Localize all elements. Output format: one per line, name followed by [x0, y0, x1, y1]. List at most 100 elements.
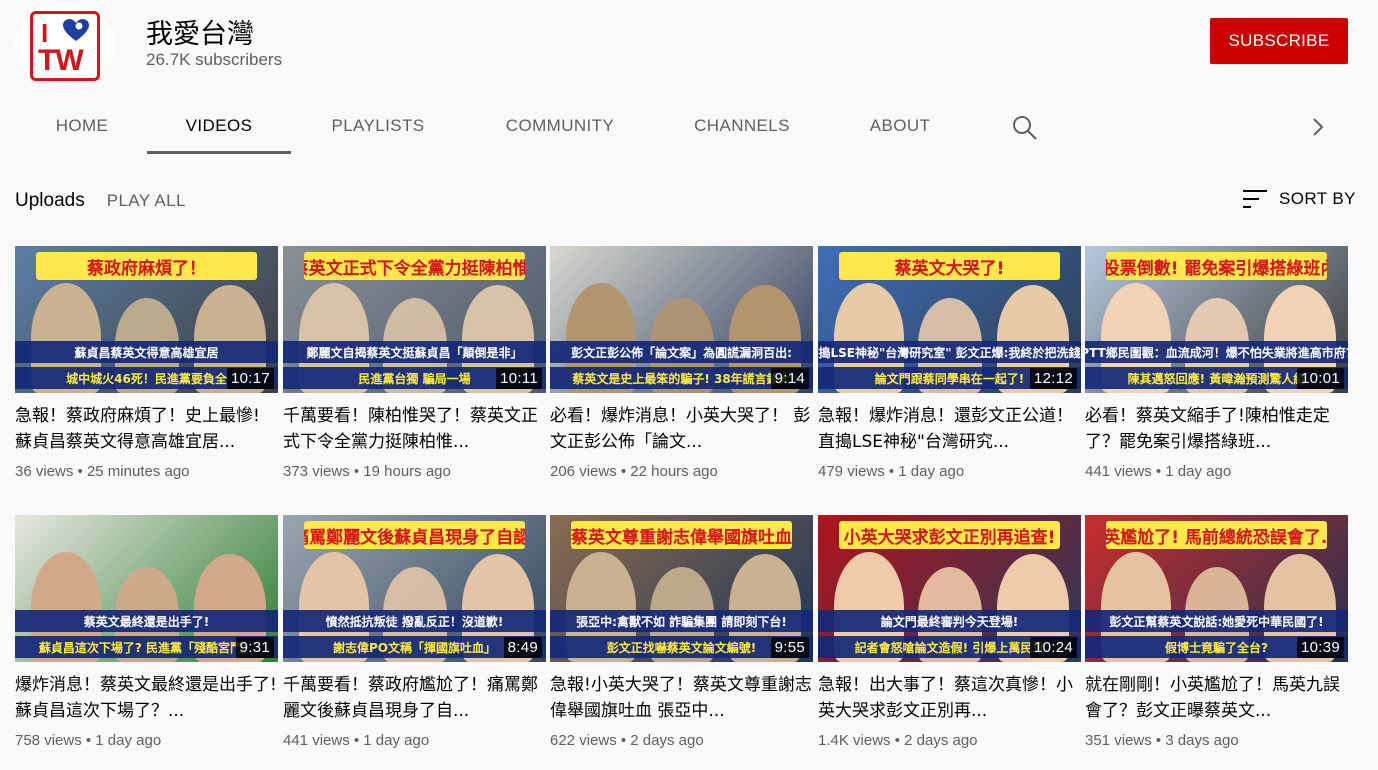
- channel-name: 我愛台灣: [146, 19, 254, 50]
- video-meta: 622 views • 2 days ago: [550, 732, 813, 749]
- video-title[interactable]: 急報！出大事了！蔡這次真慘！小英大哭求彭文正別再...: [818, 672, 1081, 724]
- meta-separator: •: [1151, 732, 1166, 749]
- video-duration: 10:11: [496, 368, 542, 389]
- thumbnail-caption: 鄭麗文自揭蔡英文挺蘇貞昌「顛倒是非」: [283, 341, 546, 363]
- video-card[interactable]: 彭文正彭公佈「論文案」為圓謊漏洞百出: 蔡英文是史上最笨的騙子! 38年謊言錄大 9…: [550, 246, 813, 480]
- video-card[interactable]: 蔡英文大哭了! 直搗LSE神秘"台灣研究室" 彭文正爆:我終於把洗錢案 論文門跟蔡同…: [818, 246, 1081, 480]
- video-thumbnail[interactable]: 蔡英文大哭了! 直搗LSE神秘"台灣研究室" 彭文正爆:我終於把洗錢案 論文門跟蔡同…: [818, 246, 1081, 393]
- video-thumbnail[interactable]: 痛罵鄭麗文後蘇貞昌現身了自認: 憤然抵抗叛徒 撥亂反正！沒道歉! 謝志偉PO文稱「揮…: [283, 515, 546, 662]
- video-title[interactable]: 必看！蔡英文縮手了!陳柏惟走定了？罷免案引爆搭綠班...: [1085, 403, 1348, 455]
- video-meta: 1.4K views • 2 days ago: [818, 732, 1081, 749]
- video-thumbnail[interactable]: 小英大哭求彭文正別再追查! 論文門最終審判今天登場! 記者會怒嗆論文造假! 引爆上萬…: [818, 515, 1081, 662]
- subscriber-count: 26.7K subscribers: [146, 50, 283, 69]
- video-duration: 12:12: [1029, 368, 1077, 389]
- video-card[interactable]: 蔡英文正式下令全黨力挺陳柏惟!鄭麗文自揭蔡英文挺蘇貞昌「顛倒是非」民進黨台獨 騙…: [283, 246, 546, 480]
- tab-community[interactable]: COMMUNITY: [490, 96, 630, 156]
- video-title[interactable]: 千萬要看！陳柏惟哭了！蔡英文正式下令全黨力挺陳柏惟...: [283, 403, 546, 455]
- video-meta: 441 views • 1 day ago: [1085, 463, 1348, 480]
- video-duration: 8:49: [503, 637, 542, 658]
- subscribe-button[interactable]: SUBSCRIBE: [1210, 18, 1348, 64]
- video-duration: 10:24: [1029, 637, 1077, 658]
- video-card[interactable]: 蔡政府麻煩了！ 蘇貞昌蔡英文得意高雄宜居 城中城火46死！民進黨要負全 10:17 急報…: [15, 246, 278, 480]
- video-meta: 206 views • 22 hours ago: [550, 463, 813, 480]
- thumbnail-banner: 小英尷尬了! 馬前總統恐誤會了....: [1106, 521, 1327, 549]
- video-thumbnail[interactable]: 蔡政府麻煩了！ 蘇貞昌蔡英文得意高雄宜居 城中城火46死！民進黨要負全 10:17: [15, 246, 278, 393]
- video-title[interactable]: 急報!小英大哭了！蔡英文尊重謝志偉舉國旗吐血 張亞中...: [550, 672, 813, 724]
- video-title[interactable]: 急報！蔡政府麻煩了！史上最慘! 蘇貞昌蔡英文得意高雄宜居...: [15, 403, 278, 455]
- tab-videos[interactable]: VIDEOS: [147, 96, 291, 156]
- chevron-right-icon[interactable]: [1304, 113, 1332, 141]
- video-thumbnail[interactable]: 小英尷尬了! 馬前總統恐誤會了....彭文正幫蔡英文說話:她愛死中華民國了!假博…: [1085, 515, 1348, 662]
- meta-separator: •: [349, 732, 364, 749]
- view-count: 479 views: [818, 463, 885, 480]
- tab-about[interactable]: ABOUT: [855, 96, 945, 156]
- thumbnail-caption: 彭文正幫蔡英文說話:她愛死中華民國了!: [1085, 610, 1348, 632]
- upload-age: 22 hours ago: [630, 463, 718, 480]
- video-thumbnail[interactable]: 彭文正彭公佈「論文案」為圓謊漏洞百出: 蔡英文是史上最笨的騙子! 38年謊言錄大 9…: [550, 246, 813, 393]
- thumbnail-caption: 彭文正彭公佈「論文案」為圓謊漏洞百出:: [550, 341, 813, 363]
- section-header: Uploads PLAY ALL: [15, 186, 186, 216]
- thumbnail-caption: 蘇貞昌蔡英文得意高雄宜居: [15, 341, 278, 363]
- videos-section: Uploads PLAY ALL SORT BY 蔡政府麻煩了！ 蘇貞昌蔡英文得意…: [0, 156, 1378, 770]
- channel-tabs: HOME VIDEOS PLAYLISTS COMMUNITY CHANNELS…: [0, 96, 1378, 156]
- video-title[interactable]: 必看！爆炸消息！小英大哭了！ 彭文正彭公佈「論文...: [550, 403, 813, 455]
- view-count: 1.4K views: [818, 732, 891, 749]
- upload-age: 19 hours ago: [363, 463, 451, 480]
- video-thumbnail[interactable]: 罷免投票倒數! 罷免案引爆搭綠班內戰? PTT鄉民圍觀：血流成河！爆不怕失業將進高…: [1085, 246, 1348, 393]
- video-title[interactable]: 急報！爆炸消息！還彭文正公道！直搗LSE神秘"台灣研究...: [818, 403, 1081, 455]
- meta-separator: •: [616, 463, 631, 480]
- tab-home[interactable]: HOME: [40, 96, 124, 156]
- meta-separator: •: [73, 463, 87, 480]
- uploads-title: Uploads: [15, 190, 85, 211]
- video-meta: 36 views • 25 minutes ago: [15, 463, 278, 480]
- video-duration: 9:55: [770, 637, 809, 658]
- video-title[interactable]: 千萬要看！蔡政府尷尬了！痛罵鄭麗文後蘇貞昌現身了自...: [283, 672, 546, 724]
- video-meta: 373 views • 19 hours ago: [283, 463, 546, 480]
- meta-separator: •: [349, 463, 364, 480]
- channel-avatar[interactable]: I TW: [15, 4, 115, 88]
- video-duration: 10:01: [1296, 368, 1344, 389]
- view-count: 36 views: [15, 463, 74, 480]
- video-title[interactable]: 就在剛剛！小英尷尬了！馬英九誤會了？彭文正曝蔡英文...: [1085, 672, 1348, 724]
- thumbnail-caption: PTT鄉民圍觀：血流成河！爆不怕失業將進高市府?: [1085, 341, 1348, 363]
- play-all-button[interactable]: PLAY ALL: [107, 191, 186, 211]
- video-title[interactable]: 爆炸消息！蔡英文最終還是出手了! 蘇貞昌這次下場了？...: [15, 672, 278, 724]
- upload-age: 3 days ago: [1165, 732, 1239, 749]
- view-count: 758 views: [15, 732, 82, 749]
- sort-icon: [1243, 190, 1267, 208]
- video-meta: 441 views • 1 day ago: [283, 732, 546, 749]
- video-card[interactable]: 痛罵鄭麗文後蘇貞昌現身了自認: 憤然抵抗叛徒 撥亂反正！沒道歉! 謝志偉PO文稱「揮…: [283, 515, 546, 749]
- video-card[interactable]: 小英尷尬了! 馬前總統恐誤會了....彭文正幫蔡英文說話:她愛死中華民國了!假博…: [1085, 515, 1348, 749]
- channel-logo: I TW: [30, 11, 100, 81]
- sort-by-button[interactable]: SORT BY: [1243, 188, 1356, 210]
- tab-playlists[interactable]: PLAYLISTS: [316, 96, 440, 156]
- video-thumbnail[interactable]: 蔡英文最終還是出手了! 蘇貞昌這次下場了? 民進黨「殘酷宮鬥」 9:31: [15, 515, 278, 662]
- video-card[interactable]: 蔡英文尊重謝志偉舉國旗吐血 張亞中:禽獸不如 詐騙集團 請即刻下台! 彭文正找嚇蔡英…: [550, 515, 813, 749]
- video-card[interactable]: 罷免投票倒數! 罷免案引爆搭綠班內戰? PTT鄉民圍觀：血流成河！爆不怕失業將進高…: [1085, 246, 1348, 480]
- thumbnail-banner: 蔡英文正式下令全黨力挺陳柏惟!: [304, 252, 525, 280]
- video-card[interactable]: 蔡英文最終還是出手了! 蘇貞昌這次下場了? 民進黨「殘酷宮鬥」 9:31 爆炸消息！蔡…: [15, 515, 278, 749]
- view-count: 441 views: [1085, 463, 1152, 480]
- upload-age: 1 day ago: [363, 732, 430, 749]
- upload-age: 1 day ago: [1165, 463, 1232, 480]
- upload-age: 1 day ago: [898, 463, 965, 480]
- logo-letters-tw: TW: [38, 44, 84, 77]
- view-count: 206 views: [550, 463, 617, 480]
- video-thumbnail[interactable]: 蔡英文正式下令全黨力挺陳柏惟!鄭麗文自揭蔡英文挺蘇貞昌「顛倒是非」民進黨台獨 騙…: [283, 246, 546, 393]
- thumbnail-banner: 罷免投票倒數! 罷免案引爆搭綠班內戰?: [1106, 252, 1327, 280]
- view-count: 441 views: [283, 732, 350, 749]
- view-count: 351 views: [1085, 732, 1152, 749]
- search-icon[interactable]: [1010, 113, 1040, 143]
- tab-channels[interactable]: CHANNELS: [680, 96, 804, 156]
- video-duration: 9:14: [770, 368, 809, 389]
- meta-separator: •: [81, 732, 96, 749]
- video-thumbnail[interactable]: 蔡英文尊重謝志偉舉國旗吐血 張亞中:禽獸不如 詐騙集團 請即刻下台! 彭文正找嚇蔡英…: [550, 515, 813, 662]
- thumbnail-banner: 蔡政府麻煩了！: [36, 252, 257, 280]
- channel-header: I TW 我愛台灣 26.7K subscribers SUBSCRIBE HO…: [0, 0, 1378, 156]
- thumbnail-banner: [571, 252, 792, 280]
- video-duration: 10:39: [1296, 637, 1344, 658]
- video-card[interactable]: 小英大哭求彭文正別再追查! 論文門最終審判今天登場! 記者會怒嗆論文造假! 引爆上萬…: [818, 515, 1081, 749]
- thumbnail-caption: 蔡英文最終還是出手了!: [15, 610, 278, 632]
- thumbnail-caption: 論文門最終審判今天登場!: [818, 610, 1081, 632]
- view-count: 373 views: [283, 463, 350, 480]
